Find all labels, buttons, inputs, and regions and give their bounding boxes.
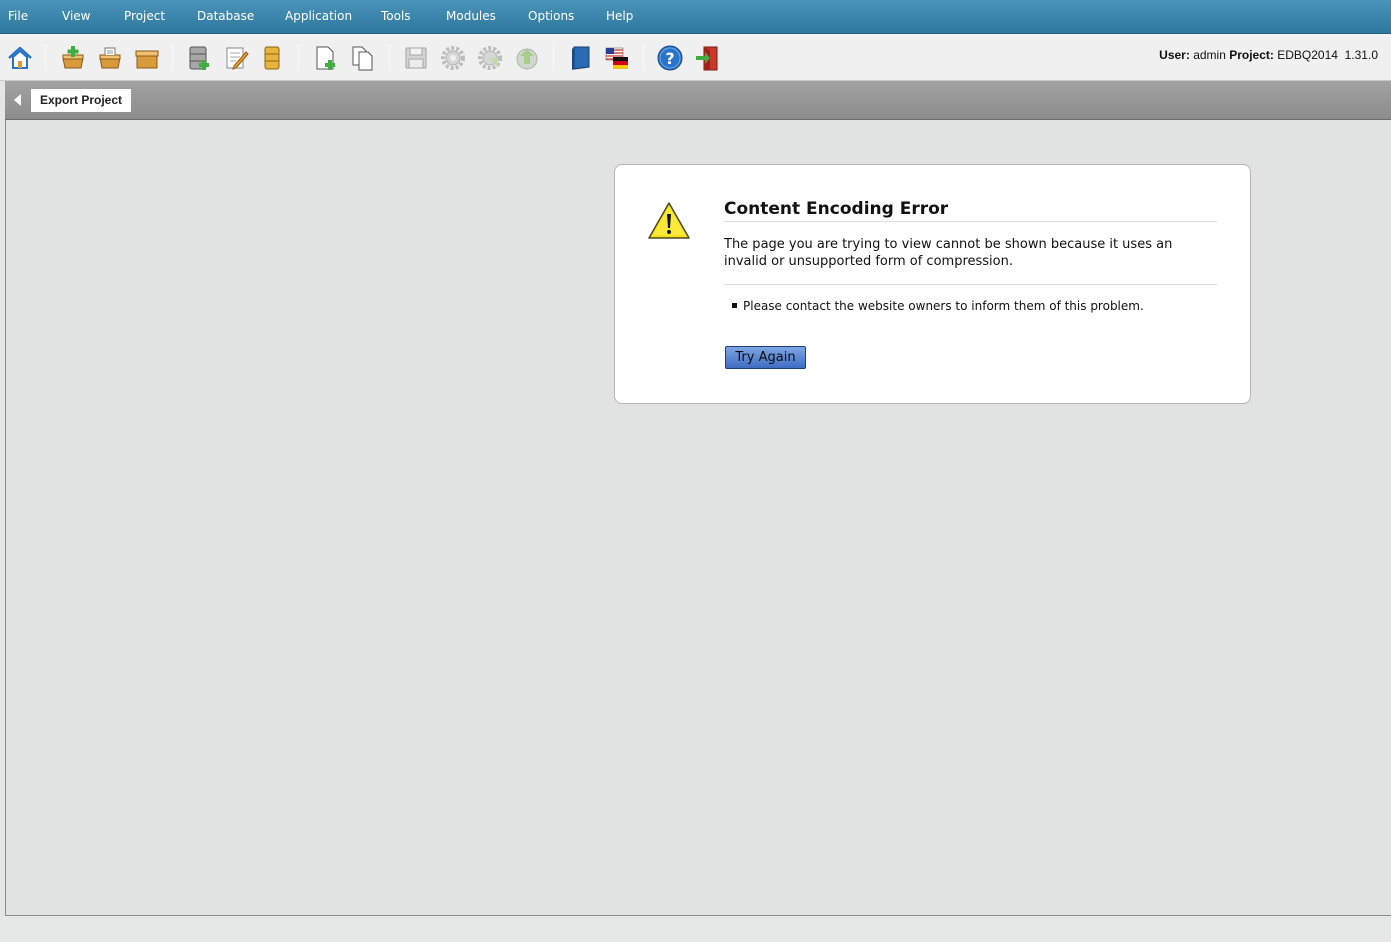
home-icon[interactable]	[6, 44, 34, 72]
toolbar-separator	[389, 44, 390, 71]
svg-text:?: ?	[665, 49, 674, 68]
new-document-icon[interactable]	[311, 44, 339, 72]
menu-bar: File View Project Database Application T…	[0, 0, 1391, 34]
toolbar-separator	[298, 44, 299, 71]
menu-project[interactable]: Project	[124, 0, 165, 33]
gear-icon[interactable]	[439, 44, 467, 72]
try-again-button[interactable]: Try Again	[725, 346, 806, 369]
footer	[0, 916, 1391, 942]
menu-database[interactable]: Database	[197, 0, 254, 33]
menu-tools[interactable]: Tools	[381, 0, 411, 33]
toolbar-separator	[172, 44, 173, 71]
error-panel: Content Encoding Error The page you are …	[614, 164, 1251, 404]
tab-bar: Export Project	[5, 81, 1391, 120]
open-package-icon[interactable]	[96, 44, 124, 72]
collapse-arrow-icon[interactable]	[14, 94, 21, 106]
project-value: EDBQ2014	[1277, 48, 1338, 62]
version-label: 1.31.0	[1344, 48, 1378, 62]
toolbar-separator	[643, 44, 644, 71]
toolbar-separator	[553, 44, 554, 71]
menu-modules[interactable]: Modules	[446, 0, 496, 33]
database-icon[interactable]	[259, 44, 287, 72]
gear-run-icon[interactable]	[476, 44, 504, 72]
user-project-info: User: admin Project: EDBQ2014 1.31.0	[1159, 48, 1378, 62]
error-divider	[724, 284, 1217, 285]
tab-export-project[interactable]: Export Project	[31, 89, 132, 112]
help-icon[interactable]: ?	[656, 44, 684, 72]
project-label: Project:	[1229, 48, 1274, 62]
add-database-icon[interactable]	[185, 44, 213, 72]
error-suggestion: Please contact the website owners to inf…	[732, 299, 1144, 313]
add-package-icon[interactable]	[59, 44, 87, 72]
warning-icon	[647, 201, 691, 241]
deploy-icon[interactable]	[513, 44, 541, 72]
user-value: admin	[1193, 48, 1226, 62]
bullet-icon	[732, 303, 737, 308]
language-flags-icon[interactable]	[603, 44, 631, 72]
error-suggestion-text: Please contact the website owners to inf…	[743, 299, 1144, 313]
edit-database-icon[interactable]	[222, 44, 250, 72]
book-icon[interactable]	[567, 44, 595, 72]
copy-document-icon[interactable]	[349, 44, 377, 72]
user-label: User:	[1159, 48, 1190, 62]
package-icon[interactable]	[133, 44, 161, 72]
toolbar: ? User: admin Project: EDBQ2014 1.31.0	[0, 34, 1391, 81]
menu-application[interactable]: Application	[285, 0, 352, 33]
error-title: Content Encoding Error	[724, 199, 1217, 222]
menu-options[interactable]: Options	[528, 0, 574, 33]
toolbar-separator	[45, 44, 46, 71]
menu-file[interactable]: File	[8, 0, 28, 33]
save-icon[interactable]	[402, 44, 430, 72]
exit-icon[interactable]	[694, 44, 722, 72]
error-description: The page you are trying to view cannot b…	[724, 237, 1173, 269]
menu-view[interactable]: View	[62, 0, 90, 33]
menu-help[interactable]: Help	[606, 0, 633, 33]
